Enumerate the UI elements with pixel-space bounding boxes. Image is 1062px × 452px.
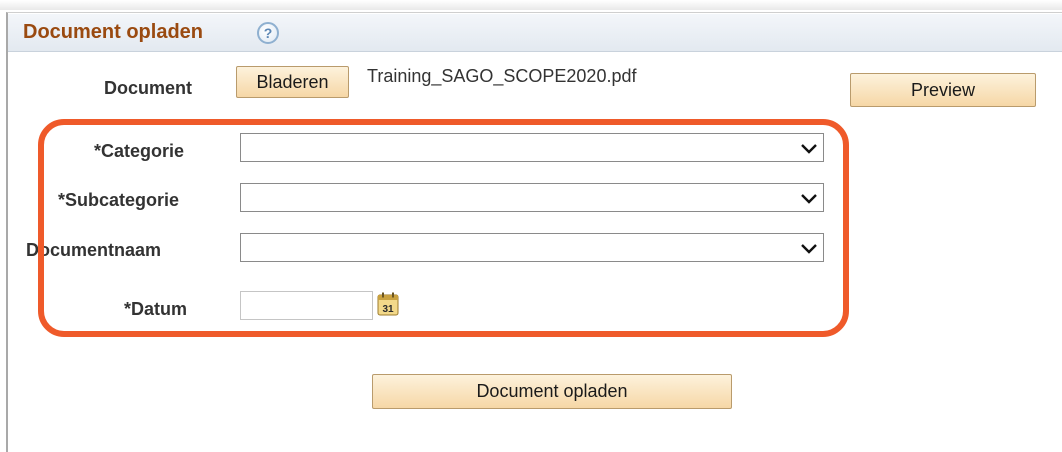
preview-button[interactable]: Preview [850,73,1036,107]
page-title: Document opladen [23,21,204,43]
browse-button[interactable]: Bladeren [236,66,349,98]
help-icon[interactable]: ? [257,22,279,44]
page-header: Document opladen ? [8,14,1062,52]
selected-filename: Training_SAGO_SCOPE2020.pdf [367,66,637,86]
required-fields-highlight [38,119,849,337]
document-label: Document [104,78,193,98]
upload-document-button[interactable]: Document opladen [372,374,732,409]
window-top-edge [0,0,1062,10]
